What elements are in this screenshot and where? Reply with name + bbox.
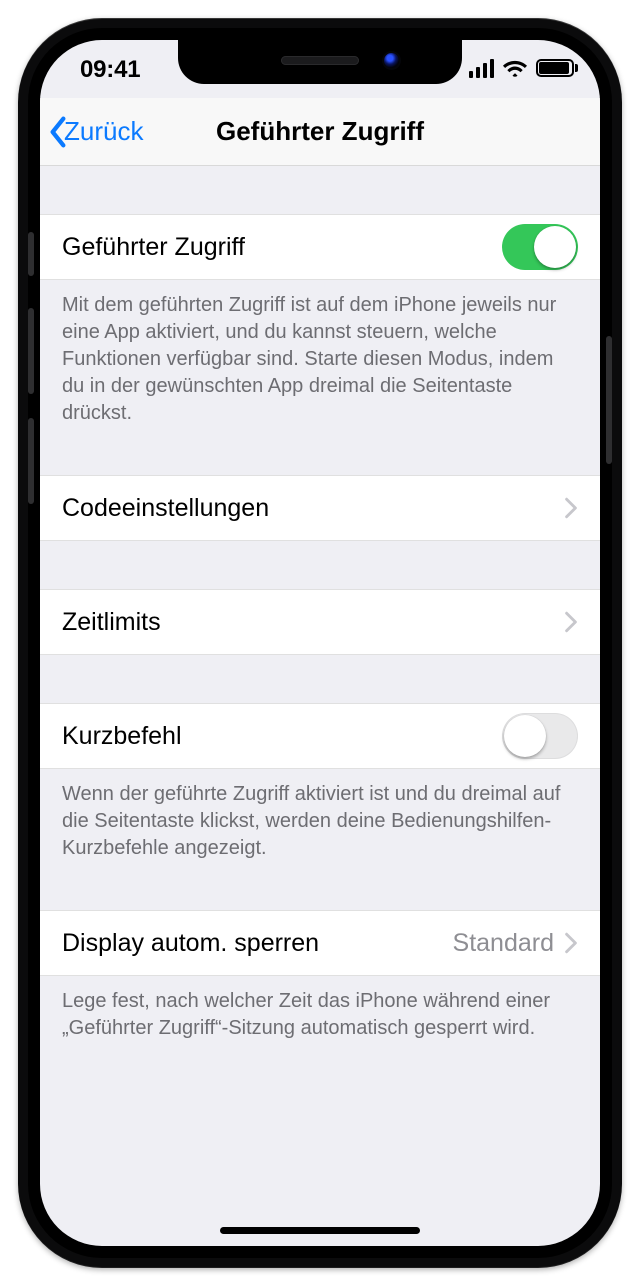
screen: 09:41 Zurück Geführter Zugriff bbox=[40, 40, 600, 1246]
home-indicator[interactable] bbox=[220, 1227, 420, 1234]
auto-lock-value: Standard bbox=[453, 929, 554, 958]
cellular-icon bbox=[469, 59, 495, 78]
phone-frame: 09:41 Zurück Geführter Zugriff bbox=[18, 18, 622, 1268]
shortcut-footer: Wenn der geführte Zugriff aktiviert ist … bbox=[40, 769, 600, 862]
passcode-settings-row[interactable]: Codeeinstellungen bbox=[40, 475, 600, 541]
time-limits-label: Zeitlimits bbox=[62, 608, 161, 637]
auto-lock-label: Display autom. sperren bbox=[62, 929, 319, 958]
shortcut-toggle-label: Kurzbefehl bbox=[62, 722, 182, 751]
chevron-right-icon bbox=[564, 932, 578, 954]
hw-volume-up bbox=[28, 308, 34, 394]
auto-lock-row[interactable]: Display autom. sperren Standard bbox=[40, 910, 600, 976]
guided-access-toggle-row[interactable]: Geführter Zugriff bbox=[40, 214, 600, 280]
hw-side-button bbox=[606, 336, 612, 464]
notch bbox=[178, 40, 462, 84]
chevron-right-icon bbox=[564, 497, 578, 519]
nav-bar: Zurück Geführter Zugriff bbox=[40, 98, 600, 166]
guided-access-toggle-label: Geführter Zugriff bbox=[62, 233, 245, 262]
status-time: 09:41 bbox=[80, 56, 140, 84]
hw-volume-down bbox=[28, 418, 34, 504]
speaker-grille bbox=[281, 56, 359, 65]
auto-lock-footer: Lege fest, nach welcher Zeit das iPhone … bbox=[40, 976, 600, 1042]
chevron-right-icon bbox=[564, 611, 578, 633]
shortcut-toggle[interactable] bbox=[502, 713, 578, 759]
hw-silence-switch bbox=[28, 232, 34, 276]
passcode-settings-label: Codeeinstellungen bbox=[62, 494, 269, 523]
front-camera bbox=[384, 53, 399, 68]
back-label: Zurück bbox=[64, 116, 143, 147]
shortcut-toggle-row[interactable]: Kurzbefehl bbox=[40, 703, 600, 769]
settings-content: Geführter Zugriff Mit dem geführten Zugr… bbox=[40, 166, 600, 1246]
wifi-icon bbox=[502, 58, 528, 78]
guided-access-toggle[interactable] bbox=[502, 224, 578, 270]
time-limits-row[interactable]: Zeitlimits bbox=[40, 589, 600, 655]
battery-icon bbox=[536, 59, 574, 77]
guided-access-footer: Mit dem geführten Zugriff ist auf dem iP… bbox=[40, 280, 600, 427]
back-button[interactable]: Zurück bbox=[48, 98, 143, 165]
